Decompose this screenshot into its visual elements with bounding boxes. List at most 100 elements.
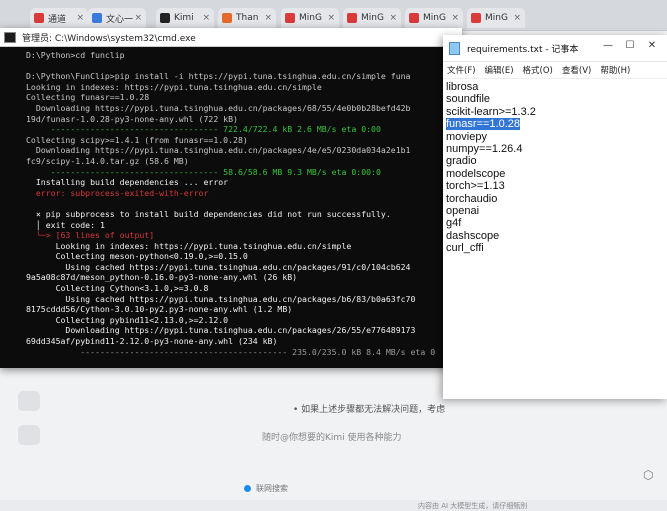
notepad-menu-item[interactable]: 帮助(H) — [600, 64, 630, 76]
cmd-title-bar[interactable]: 管理员: C:\Windows\system32\cmd.exe — [0, 28, 462, 47]
window-controls: — ☐ ✕ — [597, 39, 663, 53]
terminal-line: ----------------------------------------… — [26, 346, 436, 357]
line-text: scikit-learn>=1.3.2 — [446, 105, 536, 118]
tab-favicon-icon — [160, 13, 170, 23]
text-line: soundfile — [446, 93, 667, 105]
suggestion-text: • 如果上述步骤都无法解决问题，考虑 — [293, 405, 446, 415]
tab-close-icon[interactable]: × — [327, 13, 335, 23]
browser-tab[interactable]: MinG × — [467, 8, 525, 28]
notepad-menu-item[interactable]: 文件(F) — [447, 64, 476, 76]
notepad-icon — [449, 41, 460, 55]
cmd-window[interactable]: 管理员: C:\Windows\system32\cmd.exe D:\Pyth… — [0, 28, 462, 368]
terminal-line: 69dd345af/pybind11-2.12.0-py3-none-any.w… — [26, 336, 278, 347]
line-text: dashscope — [446, 229, 500, 242]
tab-label: 通道 — [48, 14, 67, 25]
browser-tab[interactable]: MinG × — [281, 8, 339, 28]
browser-tab[interactable]: 通道 × — [30, 8, 88, 28]
terminal-line: Collecting funasr==1.0.28 — [26, 92, 150, 103]
tab-close-icon[interactable]: × — [134, 13, 142, 23]
tab-favicon-icon — [471, 13, 481, 23]
terminal-line: 19d/funasr-1.0.28-py3-none-any.whl (722 … — [26, 113, 238, 124]
text-line: curl_cffi — [446, 242, 667, 254]
browser-tab-bar: 通道 × 文心一 × Kimi × Than × MinG × MinG × MinG × MinG × — [0, 0, 667, 31]
tab-close-icon[interactable]: × — [264, 13, 272, 23]
tab-favicon-icon — [409, 13, 419, 23]
browser-tab[interactable]: Kimi × — [156, 8, 214, 28]
line-text: moviepy — [446, 130, 487, 143]
text-line: torchaudio — [446, 193, 667, 205]
tab-close-icon[interactable]: × — [202, 13, 210, 23]
terminal-line: Using cached https://pypi.tuna.tsinghua.… — [26, 293, 416, 304]
line-text: librosa — [446, 81, 479, 93]
notepad-editor[interactable]: librosa soundfile scikit-learn>=1.3.2 funas… — [443, 79, 667, 255]
terminal-line: ---------------------------------- 722.4… — [26, 124, 381, 135]
notepad-menu-item[interactable]: 编辑(E) — [485, 64, 514, 76]
terminal-line: 9a5a08c87d/meson_python-0.16.0-py3-none-… — [26, 272, 298, 283]
web-search-toggle[interactable]: 联网搜索 — [244, 483, 288, 494]
line-text: numpy==1.26.4 — [446, 143, 523, 156]
left-rail — [18, 391, 40, 459]
line-text: g4f — [446, 217, 462, 230]
terminal-line: D:\Python>cd funclip — [26, 50, 125, 60]
line-text: torchaudio — [446, 192, 498, 205]
text-line: scikit-learn>=1.3.2 — [446, 106, 667, 118]
terminal-line: error: subprocess-exited-with-error — [26, 187, 209, 198]
terminal-line: Downloading https://pypi.tuna.tsinghua.e… — [26, 325, 416, 336]
terminal-line: Installing build dependencies ... error — [26, 177, 229, 188]
text-line: modelscope — [446, 168, 667, 180]
maximize-button[interactable]: ☐ — [619, 39, 641, 53]
terminal-output: D:\Python>cd funclip D:\Python\FunClip>pi… — [26, 50, 435, 357]
browser-tab[interactable]: MinG × — [343, 8, 401, 28]
tab-label: MinG — [361, 13, 384, 23]
text-line: openai — [446, 205, 667, 217]
cmd-title: 管理员: C:\Windows\system32\cmd.exe — [22, 33, 196, 44]
line-text: curl_cffi — [446, 242, 484, 255]
tab-favicon-icon — [34, 13, 44, 23]
notepad-menu-item[interactable]: 查看(V) — [562, 64, 591, 76]
line-text: gradio — [446, 155, 477, 168]
notepad-menu-item[interactable]: 格式(O) — [523, 64, 553, 76]
ask-input[interactable]: 随时@你想要的Kimi 使用各种能力 — [262, 430, 402, 443]
terminal-line: ---------------------------------- 58.6/… — [26, 166, 381, 177]
terminal-line: D:\Python\FunClip>pip install -i https:/… — [26, 71, 411, 82]
text-line: funasr==1.0.28 — [446, 118, 667, 131]
text-line: numpy==1.26.4 — [446, 143, 667, 155]
globe-icon — [244, 485, 251, 492]
rail-button[interactable] — [18, 425, 40, 445]
minimize-button[interactable]: — — [597, 39, 619, 53]
tab-label: MinG — [485, 13, 508, 23]
terminal-line: 8175cddd56/Cython-3.0.10-py2.py3-none-an… — [26, 304, 293, 315]
line-text: soundfile — [446, 93, 491, 106]
tab-label: MinG — [423, 13, 446, 23]
selected-text: funasr==1.0.28 — [446, 118, 521, 131]
terminal-line: Downloading https://pypi.tuna.tsinghua.e… — [26, 102, 411, 113]
text-line: gradio — [446, 155, 667, 167]
terminal-line: Collecting meson-python<0.19.0,>=0.15.0 — [26, 251, 248, 262]
footer-disclaimer: 内容由 AI 大模型生成，请仔细甄别 — [418, 502, 528, 510]
close-button[interactable]: ✕ — [641, 39, 663, 53]
terminal-line: fc9/scipy-1.14.0.tar.gz (58.6 MB) — [26, 155, 189, 166]
line-text: openai — [446, 205, 480, 218]
terminal-line: Looking in indexes: https://pypi.tuna.ts… — [26, 240, 352, 251]
terminal-line: Collecting scipy>=1.4.1 (from funasr==1.… — [26, 134, 248, 145]
tab-close-icon[interactable]: × — [513, 13, 521, 23]
text-line: dashscope — [446, 230, 667, 242]
browser-tab[interactable]: Than × — [218, 8, 276, 28]
terminal-line: Using cached https://pypi.tuna.tsinghua.… — [26, 261, 411, 272]
tab-close-icon[interactable]: × — [76, 13, 84, 23]
terminal-line: Collecting Cython<3.1.0,>=3.0.8 — [26, 283, 209, 294]
notepad-title-bar[interactable]: requirements.txt - 记事本 — ☐ ✕ — [443, 35, 667, 62]
text-line: torch>=1.13 — [446, 180, 667, 192]
cube-icon[interactable]: ⬡ — [643, 468, 653, 482]
cmd-console[interactable]: D:\Python>cd funclip D:\Python\FunClip>pi… — [0, 47, 462, 368]
tab-close-icon[interactable]: × — [389, 13, 397, 23]
notepad-window[interactable]: requirements.txt - 记事本 — ☐ ✕ 文件(F) 编辑(E) 格… — [443, 35, 667, 399]
tab-close-icon[interactable]: × — [451, 13, 459, 23]
web-search-label: 联网搜索 — [256, 484, 288, 493]
terminal-icon — [4, 31, 16, 43]
rail-button[interactable] — [18, 391, 40, 411]
text-line: librosa — [446, 81, 667, 93]
browser-tab[interactable]: 文心一 × — [88, 8, 146, 28]
browser-tab[interactable]: MinG × — [405, 8, 463, 28]
